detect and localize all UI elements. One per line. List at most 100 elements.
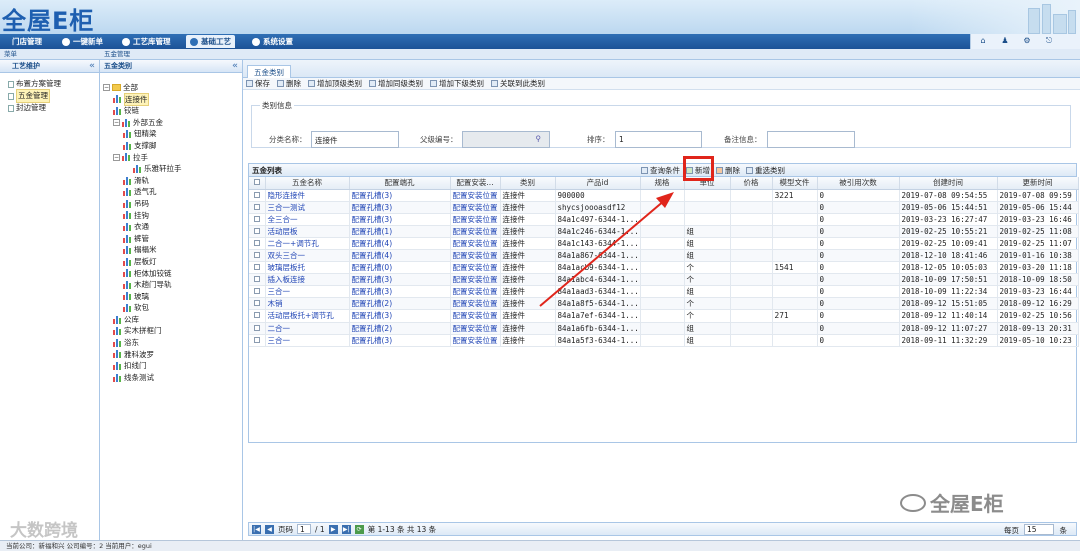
hardware-name-link[interactable]: 玻璃层板托: [265, 261, 350, 275]
last-page-button[interactable]: ▶|: [341, 524, 351, 534]
configure-holes-link[interactable]: 配置孔槽(4): [349, 249, 451, 263]
table-row[interactable]: 隐形连接件 配置孔槽(3) 配置安装位置 连接件 900000 3221 0 2019-07-…: [249, 189, 1079, 202]
hardware-name-link[interactable]: 三合一测试: [265, 201, 350, 214]
configure-position-link[interactable]: 配置安装位置: [450, 273, 501, 287]
column-header[interactable]: 配置安装...: [450, 177, 501, 190]
column-header[interactable]: 配置端孔: [349, 177, 451, 190]
table-row[interactable]: 木销 配置孔槽(2) 配置安装位置 连接件 84a1a8f5-6344-1... 个 0 20…: [249, 297, 1079, 311]
tree-node[interactable]: 连接件: [103, 92, 242, 107]
tree-node[interactable]: 支撑脚: [103, 140, 242, 152]
parent-input[interactable]: ⚲: [462, 131, 550, 148]
table-row[interactable]: 三合一测试 配置孔槽(3) 配置安装位置 连接件 shycsjoooasdf12 0 201…: [249, 201, 1079, 214]
configure-holes-link[interactable]: 配置孔槽(3): [349, 273, 451, 287]
hardware-name-link[interactable]: 双头三合一: [265, 249, 350, 263]
collapse-icon[interactable]: «: [89, 60, 95, 73]
collapse-toggle-icon[interactable]: −: [113, 153, 120, 161]
hardware-name-link[interactable]: 全三合一: [265, 213, 350, 226]
row-checkbox[interactable]: [253, 288, 260, 295]
tree-node[interactable]: 铰链: [103, 105, 242, 117]
tree-node[interactable]: 线条测试: [103, 372, 242, 384]
tree-node[interactable]: 公库: [103, 314, 242, 326]
per-page-select[interactable]: 15: [1024, 524, 1054, 535]
tree-node[interactable]: 钮精梁: [103, 128, 242, 140]
row-checkbox[interactable]: [253, 252, 260, 259]
configure-position-link[interactable]: 配置安装位置: [450, 249, 501, 263]
tree-node[interactable]: 实木拼框门: [103, 325, 242, 337]
table-row[interactable]: 三合一 配置孔槽(3) 配置安装位置 连接件 84a1aad3-6344-1... 组 0 2…: [249, 285, 1079, 299]
tree-node[interactable]: 乐雅轩拉手: [103, 163, 242, 175]
tree-node[interactable]: 透气孔: [103, 186, 242, 198]
tree-node[interactable]: 雅科波罗: [103, 349, 242, 361]
column-header[interactable]: 类别: [500, 177, 556, 190]
refresh-icon[interactable]: ⟳: [354, 524, 364, 534]
save-button[interactable]: 保存: [246, 78, 270, 89]
hardware-name-link[interactable]: 活动层板托+调节孔: [265, 309, 350, 323]
configure-position-link[interactable]: 配置安装位置: [450, 285, 501, 299]
tree-node[interactable]: 柜体加铰链: [103, 268, 242, 280]
configure-position-link[interactable]: 配置安装位置: [450, 189, 501, 202]
tree-node[interactable]: 滑轨: [103, 175, 242, 187]
configure-position-link[interactable]: 配置安装位置: [450, 334, 501, 347]
add-top-category-button[interactable]: 增加顶级类别: [308, 78, 362, 89]
table-row[interactable]: 三合一 配置孔槽(3) 配置安装位置 连接件 84a1a5f3-6344-1... 组 0 2…: [249, 334, 1079, 347]
row-checkbox[interactable]: [253, 336, 260, 343]
name-input[interactable]: 连接件: [311, 131, 399, 148]
column-header[interactable]: 更新时间: [997, 177, 1079, 190]
table-row[interactable]: 活动层板 配置孔槽(1) 配置安装位置 连接件 84a1c246-6344-1... 组 0…: [249, 225, 1079, 238]
sort-input[interactable]: 1: [615, 131, 702, 148]
menu-craft-library[interactable]: 工艺库管理: [118, 35, 175, 48]
configure-position-link[interactable]: 配置安装位置: [450, 322, 501, 335]
first-page-button[interactable]: |◀: [252, 524, 261, 534]
select-all-checkbox[interactable]: [253, 179, 260, 186]
table-row[interactable]: 全三合一 配置孔槽(3) 配置安装位置 连接件 84a1c497-6344-1... 0 2…: [249, 213, 1079, 226]
column-header[interactable]: 价格: [730, 177, 773, 190]
column-header[interactable]: 被引用次数: [817, 177, 900, 190]
hardware-name-link[interactable]: 隐形连接件: [265, 189, 350, 202]
row-checkbox[interactable]: [253, 203, 260, 210]
table-row[interactable]: 玻璃层板托 配置孔槽(0) 配置安装位置 连接件 84a1acb9-6344-1... 个…: [249, 261, 1079, 275]
row-checkbox[interactable]: [253, 191, 260, 198]
table-row[interactable]: 活动层板托+调节孔 配置孔槽(3) 配置安装位置 连接件 84a1a7ef-6344-1…: [249, 309, 1079, 323]
next-page-button[interactable]: ▶: [328, 524, 338, 534]
table-row[interactable]: 双头三合一 配置孔槽(4) 配置安装位置 连接件 84a1a867-6344-1... 组…: [249, 249, 1079, 263]
configure-holes-link[interactable]: 配置孔槽(3): [349, 189, 451, 202]
column-header[interactable]: [249, 177, 266, 190]
configure-holes-link[interactable]: 配置孔槽(3): [349, 334, 451, 347]
column-header[interactable]: 模型文件: [772, 177, 818, 190]
hardware-name-link[interactable]: 木销: [265, 297, 350, 311]
tree-node[interactable]: 浴东: [103, 337, 242, 349]
configure-holes-link[interactable]: 配置孔槽(3): [349, 201, 451, 214]
user-icon[interactable]: ♟: [1001, 37, 1009, 45]
tree-node[interactable]: 裤管: [103, 233, 242, 245]
configure-position-link[interactable]: 配置安装位置: [450, 201, 501, 214]
configure-holes-link[interactable]: 配置孔槽(2): [349, 322, 451, 335]
column-header[interactable]: 五金名称: [265, 177, 350, 190]
gear-icon[interactable]: ⚙: [1023, 37, 1031, 45]
row-checkbox[interactable]: [253, 324, 260, 331]
tree-node[interactable]: 层板灯: [103, 256, 242, 268]
tree-node[interactable]: 木趟门导轨: [103, 279, 242, 291]
prev-page-button[interactable]: ◀: [265, 524, 274, 534]
row-checkbox[interactable]: [253, 227, 260, 234]
tree-node[interactable]: 玻璃: [103, 291, 242, 303]
tab-hardware-category[interactable]: 五金类别: [247, 65, 291, 78]
collapse-icon[interactable]: «: [232, 60, 238, 73]
configure-position-link[interactable]: 配置安装位置: [450, 261, 501, 275]
column-header[interactable]: 产品id: [555, 177, 641, 190]
tree-node[interactable]: 衣通: [103, 221, 242, 233]
configure-position-link[interactable]: 配置安装位置: [450, 237, 501, 250]
delete-button[interactable]: 删除: [277, 78, 301, 89]
configure-holes-link[interactable]: 配置孔槽(4): [349, 237, 451, 250]
grid-delete-button[interactable]: 删除: [716, 164, 740, 177]
sidebar-item-hardware[interactable]: 五金管理: [8, 89, 99, 103]
configure-position-link[interactable]: 配置安装位置: [450, 225, 501, 238]
configure-holes-link[interactable]: 配置孔槽(1): [349, 225, 451, 238]
row-checkbox[interactable]: [253, 300, 260, 307]
row-checkbox[interactable]: [253, 276, 260, 283]
add-sibling-category-button[interactable]: 增加同级类别: [369, 78, 423, 89]
configure-holes-link[interactable]: 配置孔槽(2): [349, 297, 451, 311]
exit-icon[interactable]: ⎋: [1045, 37, 1053, 45]
configure-position-link[interactable]: 配置安装位置: [450, 213, 501, 226]
home-icon[interactable]: ⌂: [979, 37, 987, 45]
table-row[interactable]: 二合一 配置孔槽(2) 配置安装位置 连接件 84a1a6fb-6344-1... 组 0 2…: [249, 322, 1079, 335]
